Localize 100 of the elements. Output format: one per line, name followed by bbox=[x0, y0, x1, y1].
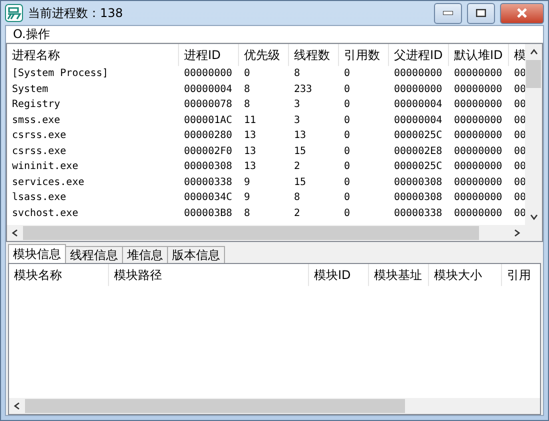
table-cell-text: 13 bbox=[293, 129, 308, 143]
table-cell-text: 0 bbox=[343, 144, 352, 158]
scroll-right-icon[interactable] bbox=[512, 228, 522, 238]
table-cell-text: 2 bbox=[293, 206, 302, 220]
table-cell-text: 9 bbox=[243, 176, 252, 190]
table-cell-text: 15 bbox=[293, 144, 308, 158]
table-cell-text: 00000000 bbox=[453, 98, 504, 112]
table-cell-text: 000001AC bbox=[183, 114, 234, 128]
table-cell-text: svchost.exe bbox=[11, 206, 80, 220]
table-cell-text: 000002E8 bbox=[393, 144, 444, 158]
table-cell-text: [System Process] bbox=[11, 67, 110, 81]
table-cell-text: 0 bbox=[343, 129, 352, 143]
table-cell-text: 0000025C bbox=[393, 129, 444, 143]
table-cell-text: 00000004 bbox=[393, 114, 444, 128]
table-cell-text: 00 bbox=[513, 191, 525, 205]
close-button[interactable] bbox=[500, 2, 544, 24]
table-cell-text: 00000338 bbox=[393, 206, 444, 220]
table-cell-text: 13 bbox=[243, 129, 258, 143]
table-cell-text: 00000000 bbox=[183, 67, 234, 81]
table-cell-text: 00000000 bbox=[453, 160, 504, 174]
table-cell-text: services.exe bbox=[11, 176, 86, 190]
table-cell-text: wininit.exe bbox=[11, 160, 80, 174]
table-cell-text: smss.exe bbox=[11, 114, 62, 128]
menu-item[interactable]: O.操作 bbox=[11, 26, 52, 42]
table-cell-text: 11 bbox=[243, 114, 258, 128]
table-cell-text: 00 bbox=[513, 98, 525, 112]
table-cell-text: 0 bbox=[243, 67, 252, 81]
table-cell-text: 13 bbox=[243, 144, 258, 158]
maximize-button[interactable] bbox=[467, 2, 495, 24]
table-cell-text: 0 bbox=[343, 160, 352, 174]
scrollbar-thumb[interactable] bbox=[25, 399, 405, 413]
close-icon bbox=[516, 8, 528, 18]
table-cell-text: 8 bbox=[243, 206, 252, 220]
table-cell-text: 00000000 bbox=[453, 82, 504, 96]
table-cell-text: 0 bbox=[343, 176, 352, 190]
table-cell-text: 3 bbox=[293, 98, 302, 112]
table-cell-text: 00 bbox=[513, 67, 525, 81]
table-cell-text: 00000000 bbox=[453, 191, 504, 205]
table-cell-text: 00000000 bbox=[393, 67, 444, 81]
table-cell-text: 00000000 bbox=[453, 129, 504, 143]
table-cell-text: 0 bbox=[343, 67, 352, 81]
table-cell-text: 3 bbox=[293, 114, 302, 128]
table-cell-text: 00000000 bbox=[453, 176, 504, 190]
scrollbar-thumb[interactable] bbox=[23, 226, 479, 240]
minimize-button[interactable] bbox=[434, 2, 462, 24]
table-cell-text: 00000280 bbox=[183, 129, 234, 143]
horizontal-scrollbar[interactable] bbox=[7, 225, 525, 241]
scrollbar-thumb[interactable] bbox=[526, 60, 541, 88]
table-cell-text: 00000308 bbox=[393, 191, 444, 205]
table-cell-text: 00 bbox=[513, 114, 525, 128]
table-cell-text: 15 bbox=[293, 176, 308, 190]
table-cell-text: 8 bbox=[243, 82, 252, 96]
tab[interactable]: 堆信息 bbox=[122, 246, 168, 263]
table-cell-text: csrss.exe bbox=[11, 129, 68, 143]
vertical-scrollbar[interactable] bbox=[525, 44, 542, 241]
table-cell-text: 00000308 bbox=[393, 176, 444, 190]
tab[interactable]: 版本信息 bbox=[167, 246, 225, 263]
table-cell-text: 8 bbox=[293, 191, 302, 205]
table-cell-text: 00 bbox=[513, 206, 525, 220]
scroll-left-icon[interactable] bbox=[12, 401, 22, 411]
table-cell-text: 00 bbox=[513, 160, 525, 174]
table-cell-text: 9 bbox=[243, 191, 252, 205]
table-cell-text: 00000308 bbox=[183, 160, 234, 174]
table-cell-text: 00000000 bbox=[453, 206, 504, 220]
table-cell-text: 00000000 bbox=[453, 144, 504, 158]
scroll-up-icon[interactable] bbox=[528, 47, 538, 57]
scroll-left-icon[interactable] bbox=[10, 228, 20, 238]
horizontal-scrollbar[interactable] bbox=[9, 398, 540, 414]
table-cell-text: 00 bbox=[513, 129, 525, 143]
table-cell-text: 00000000 bbox=[453, 114, 504, 128]
table-cell-text: 00000338 bbox=[183, 176, 234, 190]
table-cell-text: 233 bbox=[293, 82, 314, 96]
table-cell-text: 13 bbox=[243, 160, 258, 174]
table-cell-text: 0000034C bbox=[183, 191, 234, 205]
table-cell-text: 8 bbox=[293, 67, 302, 81]
scroll-down-icon[interactable] bbox=[528, 212, 538, 222]
table-cell-text: System bbox=[11, 82, 50, 96]
table-cell-text: 00000000 bbox=[453, 67, 504, 81]
minimize-icon bbox=[443, 11, 453, 15]
table-cell-text: 0000025C bbox=[393, 160, 444, 174]
table-cell-text: 000003B8 bbox=[183, 206, 234, 220]
table-cell-text: 00000000 bbox=[393, 82, 444, 96]
table-cell-text: 00 bbox=[513, 82, 525, 96]
table-cell-text: 0 bbox=[343, 98, 352, 112]
table-cell-text: lsass.exe bbox=[11, 191, 68, 205]
app-logo-icon bbox=[5, 4, 23, 22]
table-cell-text: 000002F0 bbox=[183, 144, 234, 158]
window-title: 当前进程数：138 bbox=[28, 4, 124, 22]
tab[interactable]: 模块信息 bbox=[8, 244, 66, 263]
table-cell-text: 00000004 bbox=[393, 98, 444, 112]
table-cell-text: 0 bbox=[343, 206, 352, 220]
table-cell-text: 0 bbox=[343, 82, 352, 96]
table-cell-text: 00000004 bbox=[183, 82, 234, 96]
table-cell-text: 00 bbox=[513, 144, 525, 158]
maximize-icon bbox=[476, 9, 486, 17]
table-cell-text: 0 bbox=[343, 114, 352, 128]
table-cell-text: 2 bbox=[293, 160, 302, 174]
table-cell-text: 00000078 bbox=[183, 98, 234, 112]
table-cell-text: csrss.exe bbox=[11, 144, 68, 158]
tab[interactable]: 线程信息 bbox=[65, 246, 123, 263]
